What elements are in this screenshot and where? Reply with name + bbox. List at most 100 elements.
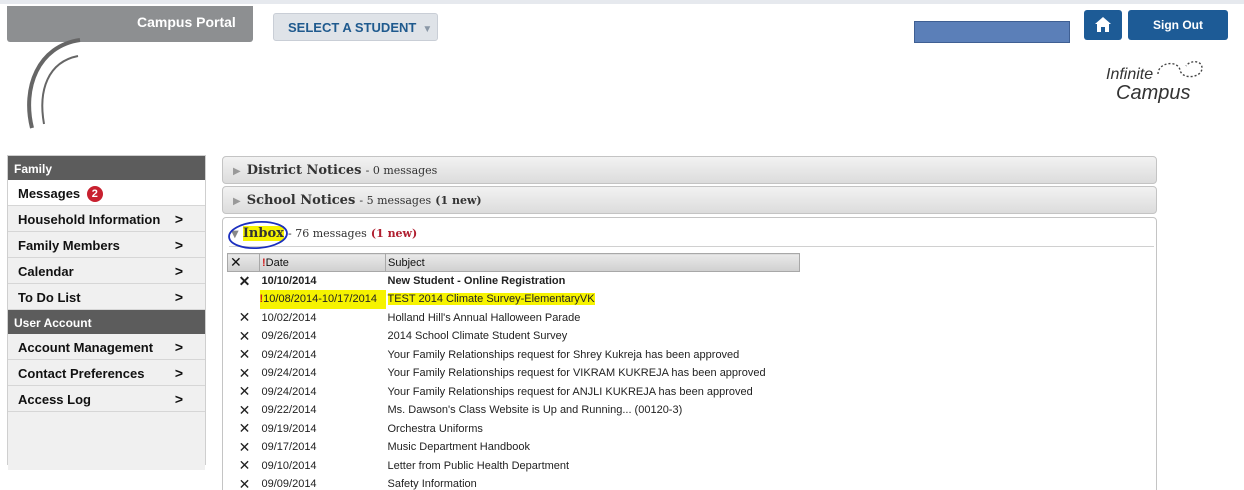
home-button[interactable] bbox=[1084, 10, 1122, 40]
sidebar-item-label: Access Log bbox=[18, 392, 91, 407]
table-row: ✕ 09/24/2014 Your Family Relationships r… bbox=[228, 346, 800, 365]
campus-arc-logo bbox=[27, 38, 81, 129]
sidebar-item-account-management[interactable]: Account Management > bbox=[8, 334, 205, 360]
table-header-row: ✕ !Date Subject bbox=[227, 253, 800, 272]
message-date: 09/19/2014 bbox=[261, 422, 317, 435]
message-date: 10/02/2014 bbox=[261, 311, 317, 324]
sidebar-item-label: Messages bbox=[18, 186, 81, 201]
select-student-dropdown[interactable]: SELECT A STUDENT ▼ bbox=[273, 13, 438, 41]
message-subject-link[interactable]: Your Family Relationships request for AN… bbox=[386, 383, 800, 402]
chevron-right-icon: > bbox=[174, 339, 183, 355]
delete-icon[interactable]: ✕ bbox=[228, 475, 260, 490]
message-date: 09/17/2014 bbox=[261, 441, 317, 454]
delete-icon[interactable]: ✕ bbox=[228, 327, 260, 346]
sidebar-item-contact-preferences[interactable]: Contact Preferences > bbox=[8, 360, 205, 386]
select-student-label: SELECT A STUDENT bbox=[288, 20, 417, 35]
chevron-down-icon: ▼ bbox=[422, 24, 433, 35]
delete-icon[interactable]: ✕ bbox=[228, 457, 260, 476]
subject-column-header[interactable]: Subject bbox=[385, 253, 800, 272]
message-subject-cell: TEST 2014 Climate Survey-ElementaryVK bbox=[386, 290, 800, 309]
sidebar-item-label: Account Management bbox=[18, 340, 154, 355]
delete-column-header[interactable]: ✕ bbox=[227, 253, 260, 272]
chevron-right-icon: ▶ bbox=[233, 166, 241, 177]
panel-new-count: (1 new) bbox=[370, 227, 418, 240]
chevron-right-icon: > bbox=[174, 289, 183, 305]
message-date-text: 10/08/2014-10/17/2014 bbox=[263, 293, 377, 306]
delete-icon[interactable]: ✕ bbox=[228, 364, 260, 383]
delete-icon[interactable]: ✕ bbox=[228, 401, 260, 420]
sidebar-item-household-information[interactable]: Household Information > bbox=[8, 206, 205, 232]
sidebar-item-label: To Do List bbox=[18, 290, 81, 305]
delete-icon bbox=[228, 290, 260, 309]
message-date: 10/10/2014 bbox=[261, 275, 317, 287]
message-date: !10/08/2014-10/17/2014 bbox=[259, 290, 386, 309]
message-subject-link[interactable]: Ms. Dawson's Class Website is Up and Run… bbox=[386, 401, 800, 420]
table-row: ✕ 09/10/2014 Letter from Public Health D… bbox=[228, 457, 800, 476]
delete-icon[interactable]: ✕ bbox=[228, 346, 260, 365]
sidebar-header-user-account: User Account bbox=[8, 310, 205, 334]
message-subject-link[interactable]: Safety Information bbox=[386, 475, 800, 490]
sidebar-spacer bbox=[8, 412, 205, 470]
message-subject-link[interactable]: New Student - Online Registration bbox=[386, 272, 800, 291]
message-date: 09/10/2014 bbox=[261, 459, 317, 472]
message-subject-link[interactable]: Letter from Public Health Department bbox=[386, 457, 800, 476]
sidebar-item-label: Calendar bbox=[18, 264, 74, 279]
panel-count: - 5 messages bbox=[359, 194, 432, 207]
table-row: ✕ 09/24/2014 Your Family Relationships r… bbox=[228, 383, 800, 402]
divider bbox=[229, 246, 1154, 247]
message-date: 09/22/2014 bbox=[261, 404, 317, 417]
table-row: ✕ 10/02/2014 Holland Hill's Annual Hallo… bbox=[228, 309, 800, 328]
date-column-header[interactable]: !Date bbox=[259, 253, 386, 272]
panel-title: School Notices bbox=[246, 193, 356, 208]
message-subject-link[interactable]: Music Department Handbook bbox=[386, 438, 800, 457]
panel-new-count: (1 new) bbox=[435, 194, 482, 207]
table-row: ✕ 09/26/2014 2014 School Climate Student… bbox=[228, 327, 800, 346]
sidebar: Family Messages 2 Household Information … bbox=[7, 155, 206, 470]
school-notices-panel[interactable]: ▶ School Notices - 5 messages (1 new) bbox=[222, 186, 1157, 214]
messages-count-badge: 2 bbox=[86, 186, 103, 202]
message-date: 09/26/2014 bbox=[261, 330, 317, 343]
message-subject-link[interactable]: Holland Hill's Annual Halloween Parade bbox=[386, 309, 800, 328]
message-date: 09/24/2014 bbox=[261, 348, 317, 361]
chevron-right-icon: > bbox=[174, 211, 183, 227]
messages-table: ✕ !Date Subject ✕ 10/10/2014 New Student… bbox=[227, 253, 800, 490]
sidebar-item-label: Family Members bbox=[18, 238, 120, 253]
sidebar-item-family-members[interactable]: Family Members > bbox=[8, 232, 205, 258]
table-row: ✕ 09/19/2014 Orchestra Uniforms bbox=[228, 420, 800, 439]
sidebar-item-calendar[interactable]: Calendar > bbox=[8, 258, 205, 284]
sign-out-button[interactable]: Sign Out bbox=[1128, 10, 1228, 40]
user-name-box bbox=[914, 21, 1070, 43]
sidebar-item-label: Household Information bbox=[18, 212, 161, 227]
sidebar-item-access-log[interactable]: Access Log > bbox=[8, 386, 205, 412]
chevron-right-icon: > bbox=[174, 263, 183, 279]
sidebar-item-to-do-list[interactable]: To Do List > bbox=[8, 284, 205, 310]
top-border bbox=[0, 0, 1244, 4]
message-subject-link[interactable]: Orchestra Uniforms bbox=[386, 420, 800, 439]
delete-icon[interactable]: ✕ bbox=[228, 420, 260, 439]
app-title: Campus Portal bbox=[137, 14, 236, 30]
message-date: 09/09/2014 bbox=[261, 478, 317, 490]
table-row: ✕ 09/22/2014 Ms. Dawson's Class Website … bbox=[228, 401, 800, 420]
panel-count: - 0 messages bbox=[365, 164, 438, 177]
message-subject-link[interactable]: Your Family Relationships request for Sh… bbox=[386, 346, 800, 365]
delete-icon[interactable]: ✕ bbox=[228, 438, 260, 457]
delete-icon[interactable]: ✕ bbox=[228, 383, 260, 402]
infinite-campus-swirl bbox=[1157, 61, 1203, 78]
sidebar-item-messages[interactable]: Messages 2 bbox=[8, 180, 205, 206]
chevron-right-icon: > bbox=[174, 237, 183, 253]
message-subject-link[interactable]: TEST 2014 Climate Survey-ElementaryVK bbox=[387, 293, 595, 306]
table-row: !10/08/2014-10/17/2014 TEST 2014 Climate… bbox=[228, 290, 800, 309]
message-subject-link[interactable]: Your Family Relationships request for VI… bbox=[386, 364, 800, 383]
date-header-label: Date bbox=[265, 256, 289, 269]
delete-icon[interactable]: ✕ bbox=[228, 309, 260, 328]
panel-count: - 76 messages bbox=[288, 227, 367, 240]
table-row: ✕ 09/17/2014 Music Department Handbook bbox=[228, 438, 800, 457]
delete-icon[interactable]: ✕ bbox=[228, 272, 260, 291]
message-subject-link[interactable]: 2014 School Climate Student Survey bbox=[386, 327, 800, 346]
panel-title: District Notices bbox=[246, 163, 362, 178]
chevron-right-icon: > bbox=[174, 365, 183, 381]
message-date: 09/24/2014 bbox=[261, 367, 317, 380]
home-icon bbox=[1095, 17, 1111, 32]
sidebar-header-family: Family bbox=[8, 156, 205, 180]
district-notices-panel[interactable]: ▶ District Notices - 0 messages bbox=[222, 156, 1157, 184]
